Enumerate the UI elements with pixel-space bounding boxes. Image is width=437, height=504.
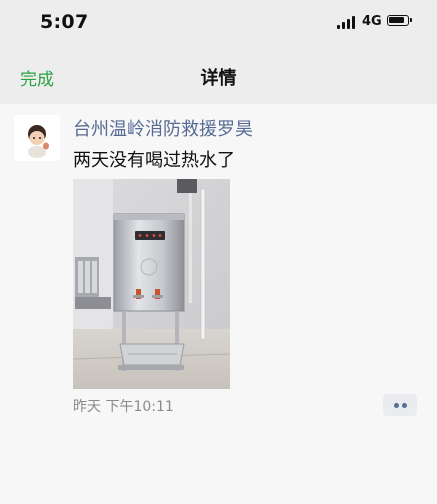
post-photo-water-boiler[interactable] bbox=[73, 179, 230, 389]
post-timestamp: 昨天 下午10:11 bbox=[73, 399, 174, 415]
avatar[interactable] bbox=[14, 115, 60, 161]
status-time: 5:07 bbox=[40, 11, 89, 33]
post-author[interactable]: 台州温岭消防救援罗昊 bbox=[73, 115, 253, 141]
battery-icon bbox=[387, 15, 412, 26]
page-title: 详情 bbox=[200, 68, 237, 89]
post-detail: 台州温岭消防救援罗昊 两天没有喝过热水了 昨天 下午10:11 bbox=[0, 104, 437, 504]
status-bar: 5:07 4G bbox=[0, 0, 437, 46]
post-text: 两天没有喝过热水了 bbox=[73, 150, 235, 171]
more-dots-icon[interactable] bbox=[383, 394, 417, 416]
network-label: 4G bbox=[362, 14, 382, 29]
signal-icon bbox=[337, 16, 357, 29]
nav-bar: 完成 详情 bbox=[0, 46, 437, 104]
